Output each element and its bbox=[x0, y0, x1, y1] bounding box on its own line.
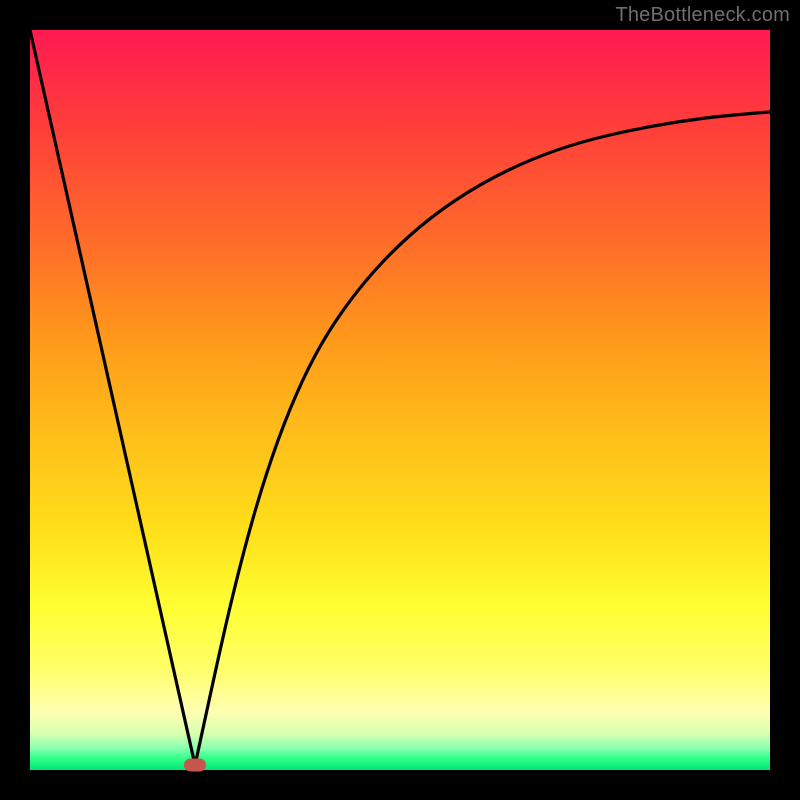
curve-left bbox=[30, 30, 195, 765]
chart-frame: TheBottleneck.com bbox=[0, 0, 800, 800]
curve-right bbox=[195, 112, 770, 765]
bottleneck-curve bbox=[30, 30, 770, 770]
min-point-marker bbox=[184, 759, 206, 772]
watermark-text: TheBottleneck.com bbox=[615, 4, 790, 27]
plot-area bbox=[30, 30, 770, 770]
